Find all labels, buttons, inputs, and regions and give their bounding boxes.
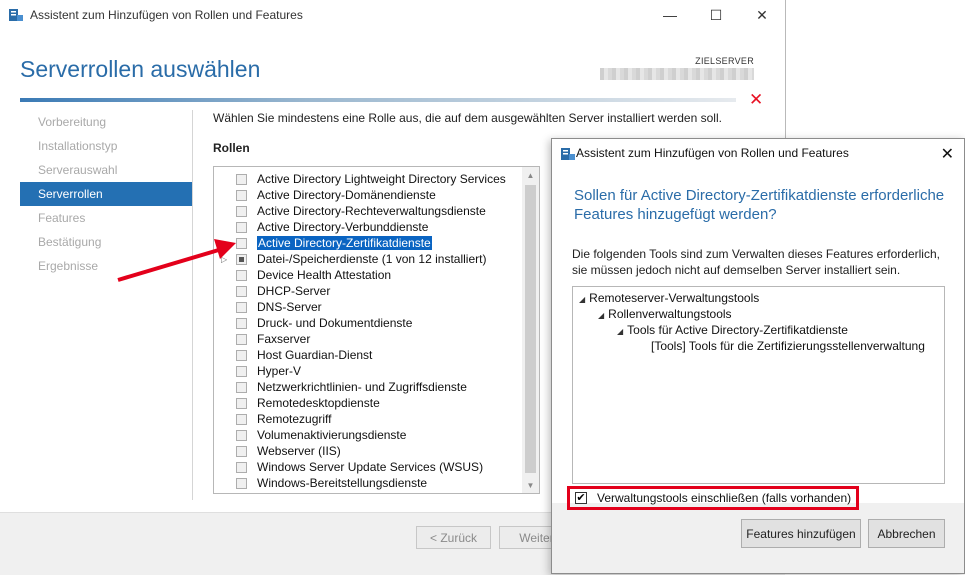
tree-item[interactable]: ◢ Tools für Active Directory-Zertifikatdi… <box>617 323 848 337</box>
tree-item-label: Rollenverwaltungstools <box>608 307 732 321</box>
tree-item-label: Tools für Active Directory-Zertifikatdie… <box>627 323 848 337</box>
include-tools-highlight: ✔ Verwaltungstools einschließen (falls v… <box>567 486 859 510</box>
dialog-title: Assistent zum Hinzufügen von Rollen und … <box>576 146 849 160</box>
tree-item-label: [Tools] Tools für die Zertifizierungsste… <box>651 339 925 353</box>
dialog-description: Die folgenden Tools sind zum Verwalten d… <box>572 247 940 277</box>
cancel-button[interactable]: Abbrechen <box>868 519 945 548</box>
dialog-close-icon[interactable]: ✕ <box>941 144 954 164</box>
include-tools-checkbox[interactable]: ✔ <box>575 492 587 504</box>
dialog-heading: Sollen für Active Directory-Zertifikatdi… <box>574 187 945 223</box>
checkmark-icon: ✔ <box>576 492 586 504</box>
expanded-triangle-icon[interactable]: ◢ <box>617 327 623 336</box>
dialog-footer: Features hinzufügen Abbrechen <box>552 503 964 573</box>
include-tools-label[interactable]: Verwaltungstools einschließen (falls vor… <box>597 491 851 505</box>
tree-item[interactable]: ◢ Rollenverwaltungstools <box>598 307 732 321</box>
expanded-triangle-icon[interactable]: ◢ <box>579 295 585 304</box>
tree-item[interactable]: [Tools] Tools für die Zertifizierungsste… <box>651 339 925 353</box>
add-features-dialog: Assistent zum Hinzufügen von Rollen und … <box>551 138 965 574</box>
tree-item[interactable]: ◢ Remoteserver-Verwaltungstools <box>579 291 759 305</box>
add-features-button[interactable]: Features hinzufügen <box>741 519 861 548</box>
features-tree: ◢ Remoteserver-Verwaltungstools ◢ Rollenve… <box>572 286 945 484</box>
tree-item-label: Remoteserver-Verwaltungstools <box>589 291 760 305</box>
expanded-triangle-icon[interactable]: ◢ <box>598 311 604 320</box>
server-manager-icon <box>561 148 575 160</box>
